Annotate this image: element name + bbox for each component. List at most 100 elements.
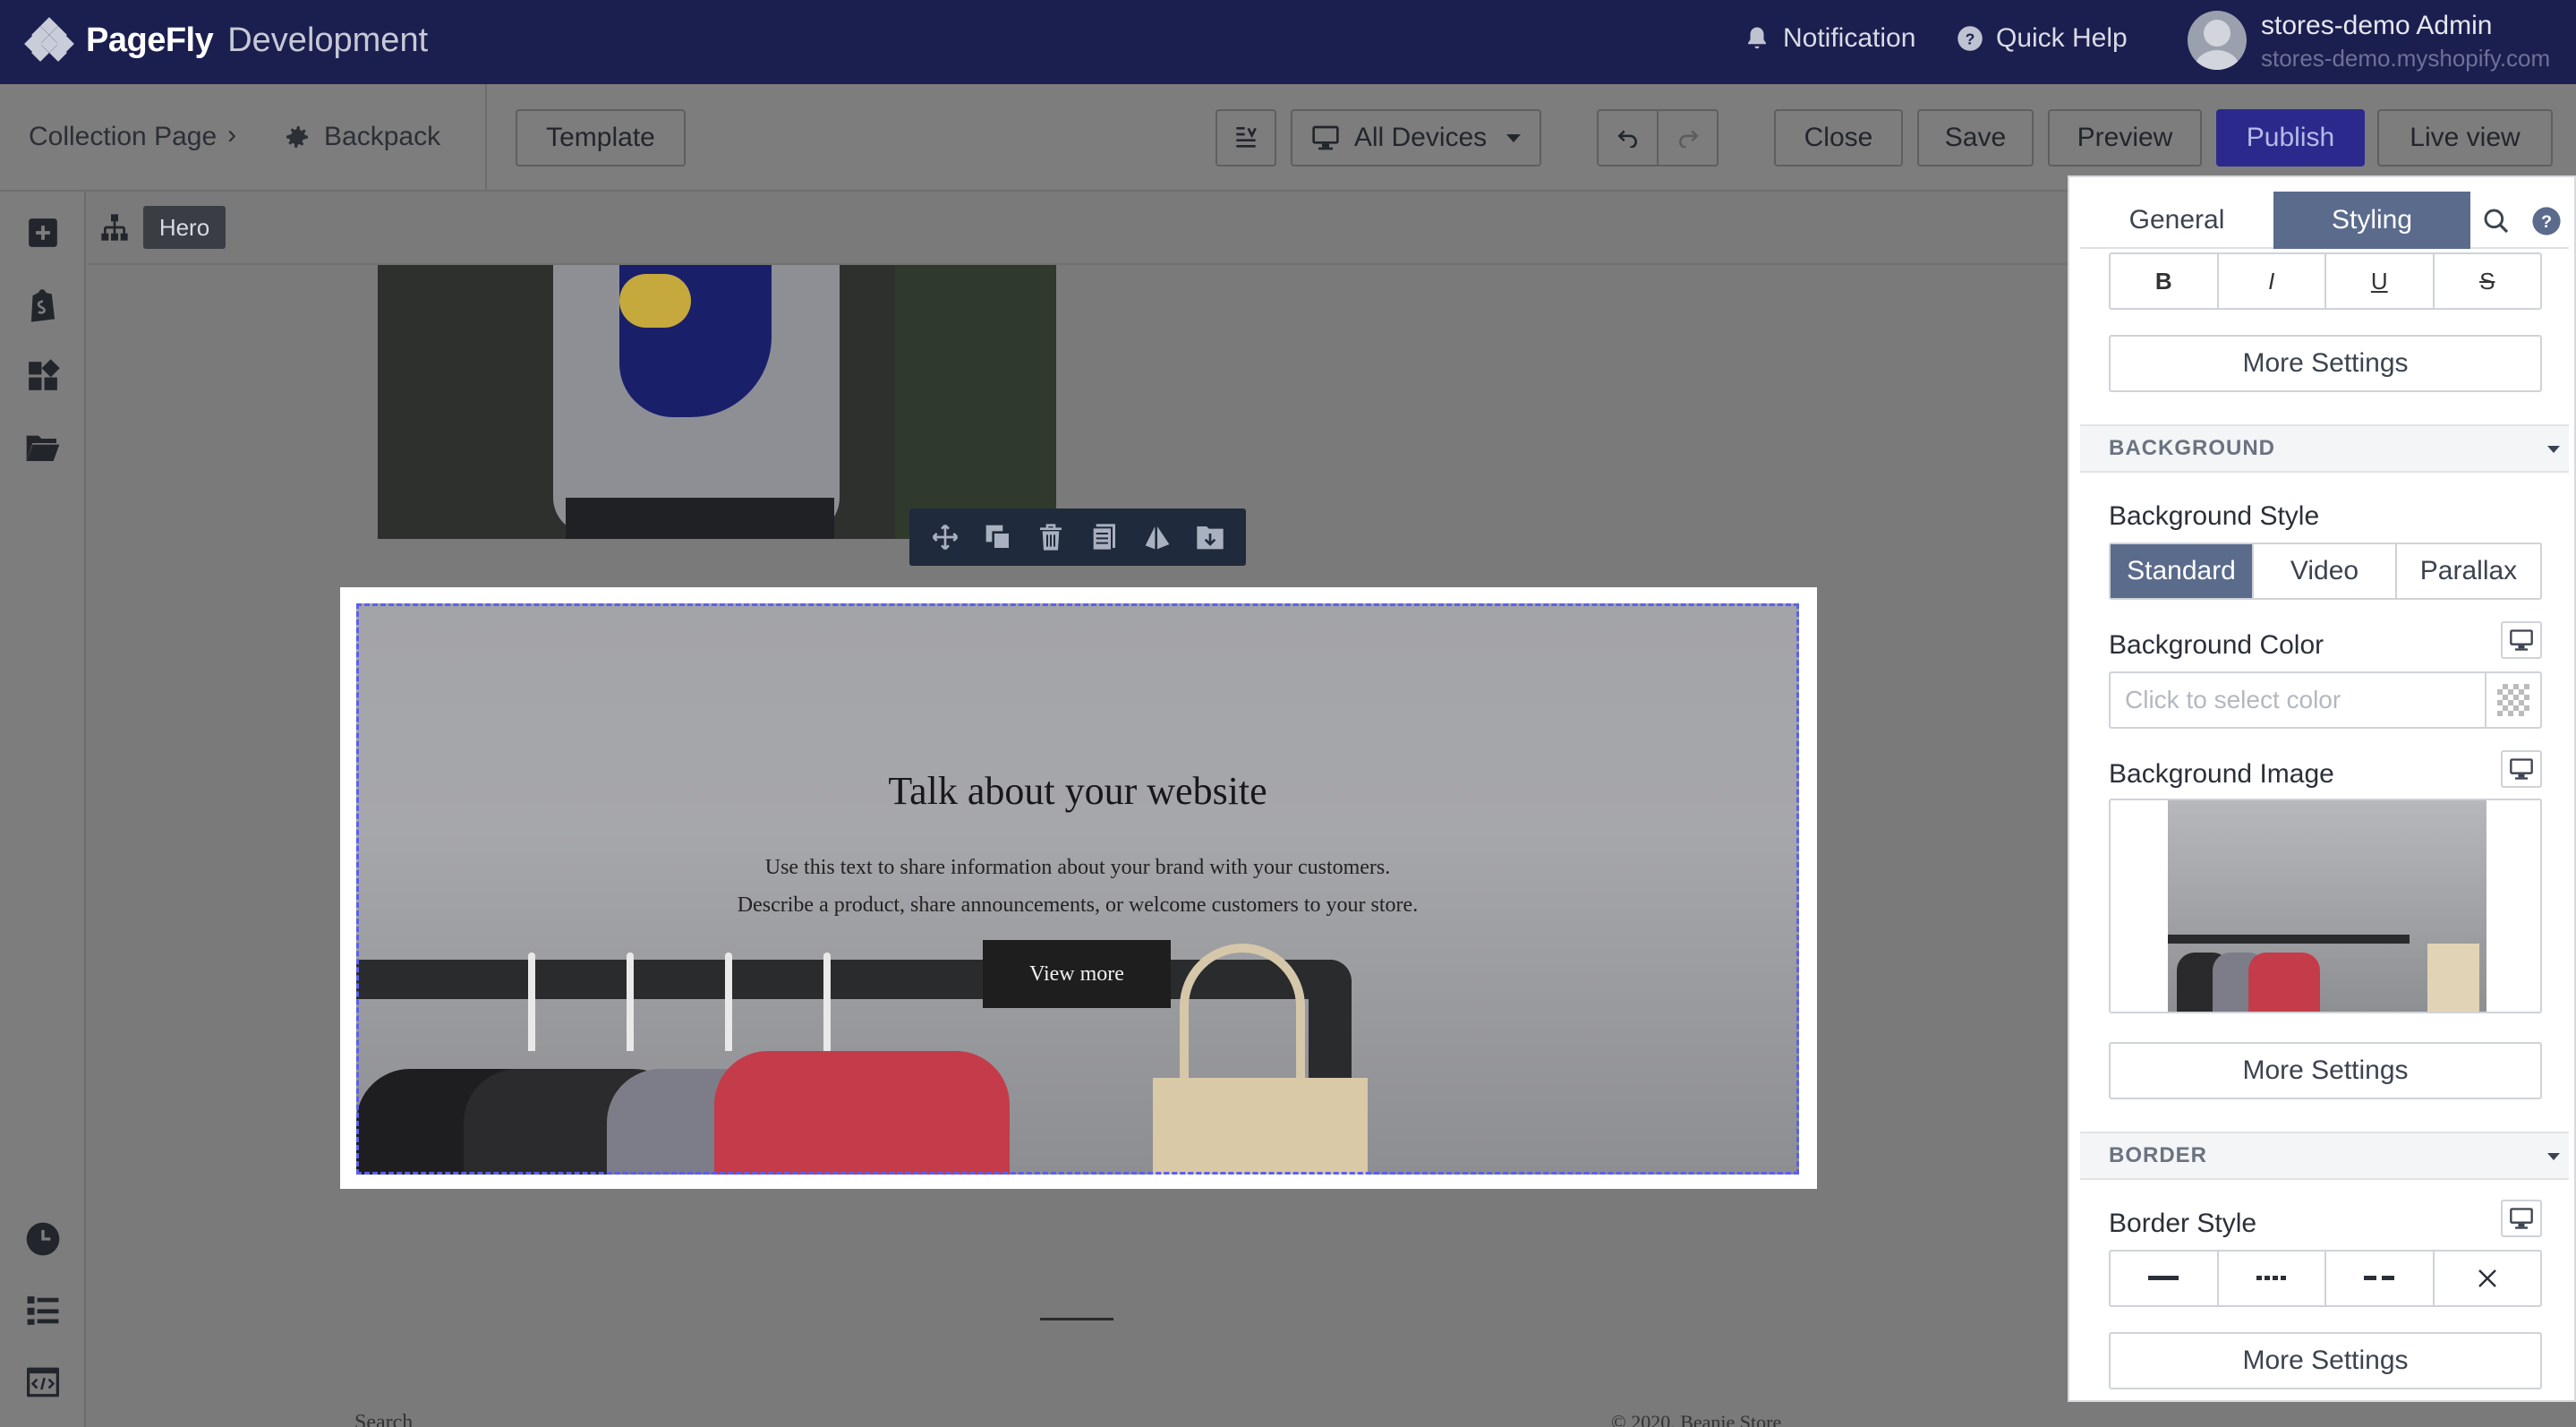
background-color-label: Background Color bbox=[2109, 630, 2324, 660]
transparent-swatch-icon[interactable] bbox=[2485, 673, 2540, 727]
code-editor-icon[interactable] bbox=[25, 1364, 61, 1400]
gear-icon bbox=[286, 126, 308, 148]
save-button[interactable]: Save bbox=[1917, 109, 2034, 167]
border-style-label: Border Style bbox=[2109, 1209, 2257, 1238]
hanger-graphic bbox=[528, 953, 535, 1051]
more-settings-button[interactable]: More Settings bbox=[2109, 335, 2542, 392]
user-name[interactable]: stores-demo Admin bbox=[2261, 11, 2492, 41]
hanger-graphic bbox=[823, 953, 831, 1051]
template-button[interactable]: Template bbox=[516, 109, 686, 167]
save-as-section-icon[interactable] bbox=[1087, 519, 1122, 555]
hero-text-line-1: Use this text to share information about… bbox=[764, 856, 1391, 879]
app-brand-name: PageFly bbox=[86, 21, 214, 59]
background-image-label: Background Image bbox=[2109, 759, 2334, 789]
add-element-icon[interactable] bbox=[25, 215, 61, 251]
user-avatar[interactable] bbox=[2188, 11, 2247, 70]
move-icon[interactable] bbox=[927, 519, 963, 555]
search-icon[interactable] bbox=[2474, 199, 2519, 244]
tab-general[interactable]: General bbox=[2080, 192, 2273, 249]
selected-element-tag[interactable]: Hero bbox=[143, 206, 226, 249]
app-logo[interactable]: PageFly Development bbox=[24, 17, 429, 63]
left-sidebar bbox=[0, 192, 86, 1427]
svg-text:?: ? bbox=[1966, 30, 1975, 47]
hero-title[interactable]: Talk about your website bbox=[356, 768, 1799, 814]
notification-button[interactable]: Notification bbox=[1744, 23, 1915, 54]
quick-help-label: Quick Help bbox=[1996, 23, 2128, 53]
notification-label: Notification bbox=[1783, 23, 1916, 53]
border-dotted-icon[interactable] bbox=[2219, 1252, 2326, 1305]
element-tree-icon[interactable] bbox=[100, 213, 129, 242]
trash-icon[interactable] bbox=[1033, 519, 1069, 555]
hanger-graphic bbox=[627, 953, 634, 1051]
border-dashed-icon[interactable] bbox=[2326, 1252, 2435, 1305]
history-clock-icon[interactable] bbox=[25, 1221, 61, 1257]
device-selector[interactable]: All Devices bbox=[1291, 109, 1541, 167]
responsive-desktop-icon[interactable] bbox=[2501, 621, 2542, 659]
inspector-tabs: General Styling ? bbox=[2080, 192, 2569, 249]
inspector-panel: General Styling ? B I U S More Settings … bbox=[2068, 175, 2576, 1402]
border-solid-icon[interactable] bbox=[2111, 1252, 2219, 1305]
background-section-title: BACKGROUND bbox=[2109, 436, 2275, 460]
background-image-thumbnail bbox=[2168, 800, 2486, 1012]
redo-button[interactable] bbox=[1659, 111, 1717, 165]
background-style-selector: Standard Video Parallax bbox=[2109, 543, 2542, 600]
desktop-icon bbox=[1312, 125, 1339, 150]
sections-grid-icon[interactable] bbox=[25, 358, 61, 394]
footer-search-link[interactable]: Search bbox=[354, 1411, 413, 1427]
redo-icon bbox=[1678, 130, 1699, 148]
device-selector-label: All Devices bbox=[1353, 123, 1488, 152]
live-view-button[interactable]: Live view bbox=[2377, 109, 2553, 167]
layers-list-icon[interactable] bbox=[25, 1293, 61, 1329]
bg-style-parallax[interactable]: Parallax bbox=[2397, 544, 2540, 598]
publish-button[interactable]: Publish bbox=[2216, 109, 2365, 167]
hero-description[interactable]: Use this text to share information about… bbox=[356, 849, 1799, 924]
close-button[interactable]: Close bbox=[1774, 109, 1903, 167]
text-align-icon bbox=[1236, 127, 1257, 148]
undo-button[interactable] bbox=[1599, 111, 1659, 165]
bell-icon bbox=[1744, 25, 1770, 52]
bg-style-video[interactable]: Video bbox=[2254, 544, 2397, 598]
preview-button[interactable]: Preview bbox=[2048, 109, 2202, 167]
strikethrough-button[interactable]: S bbox=[2435, 254, 2541, 308]
tab-styling[interactable]: Styling bbox=[2273, 192, 2470, 249]
undo-icon bbox=[1616, 130, 1637, 148]
more-settings-button[interactable]: More Settings bbox=[2109, 1332, 2542, 1389]
save-download-icon[interactable] bbox=[1192, 519, 1228, 555]
style-copy-icon[interactable] bbox=[1139, 519, 1175, 555]
footer-divider bbox=[1040, 1318, 1113, 1320]
breadcrumb-backpack[interactable]: Backpack bbox=[283, 122, 440, 152]
product-image[interactable] bbox=[378, 265, 1056, 539]
breadcrumb-collection-page[interactable]: Collection Page bbox=[29, 122, 217, 152]
app-brand-suffix: Development bbox=[227, 21, 429, 59]
help-icon[interactable]: ? bbox=[2524, 199, 2569, 244]
background-color-input[interactable]: Click to select color bbox=[2109, 671, 2542, 729]
hero-view-more-button[interactable]: View more bbox=[983, 940, 1171, 1008]
hanger-graphic bbox=[725, 953, 732, 1051]
breadcrumb-chevron-icon: › bbox=[227, 120, 236, 150]
responsive-desktop-icon[interactable] bbox=[2501, 1200, 2542, 1237]
bold-button[interactable]: B bbox=[2111, 254, 2219, 308]
border-section-header[interactable]: BORDER bbox=[2080, 1132, 2569, 1180]
duplicate-icon[interactable] bbox=[980, 519, 1016, 555]
undo-redo-group bbox=[1597, 109, 1719, 167]
more-settings-button[interactable]: More Settings bbox=[2109, 1042, 2542, 1099]
responsive-desktop-icon[interactable] bbox=[2501, 750, 2542, 788]
shopify-icon[interactable] bbox=[25, 286, 61, 322]
border-section-title: BORDER bbox=[2109, 1143, 2208, 1167]
background-image-picker[interactable] bbox=[2109, 799, 2542, 1013]
caret-down-icon bbox=[2547, 446, 2560, 453]
border-none-icon[interactable] bbox=[2435, 1252, 2541, 1305]
element-action-toolbar bbox=[909, 508, 1246, 566]
bg-style-standard[interactable]: Standard bbox=[2111, 544, 2254, 598]
border-style-selector bbox=[2109, 1250, 2542, 1307]
outline-toggle-button[interactable] bbox=[1215, 109, 1276, 167]
background-section-header[interactable]: BACKGROUND bbox=[2080, 424, 2569, 473]
user-store-domain: stores-demo.myshopify.com bbox=[2261, 45, 2551, 72]
folder-icon[interactable] bbox=[25, 430, 61, 466]
toolbar-divider bbox=[485, 84, 487, 190]
color-input-placeholder: Click to select color bbox=[2125, 686, 2341, 714]
italic-button[interactable]: I bbox=[2219, 254, 2326, 308]
help-circle-icon: ? bbox=[1957, 25, 1983, 52]
underline-button[interactable]: U bbox=[2326, 254, 2435, 308]
quick-help-button[interactable]: ? Quick Help bbox=[1957, 23, 2128, 54]
